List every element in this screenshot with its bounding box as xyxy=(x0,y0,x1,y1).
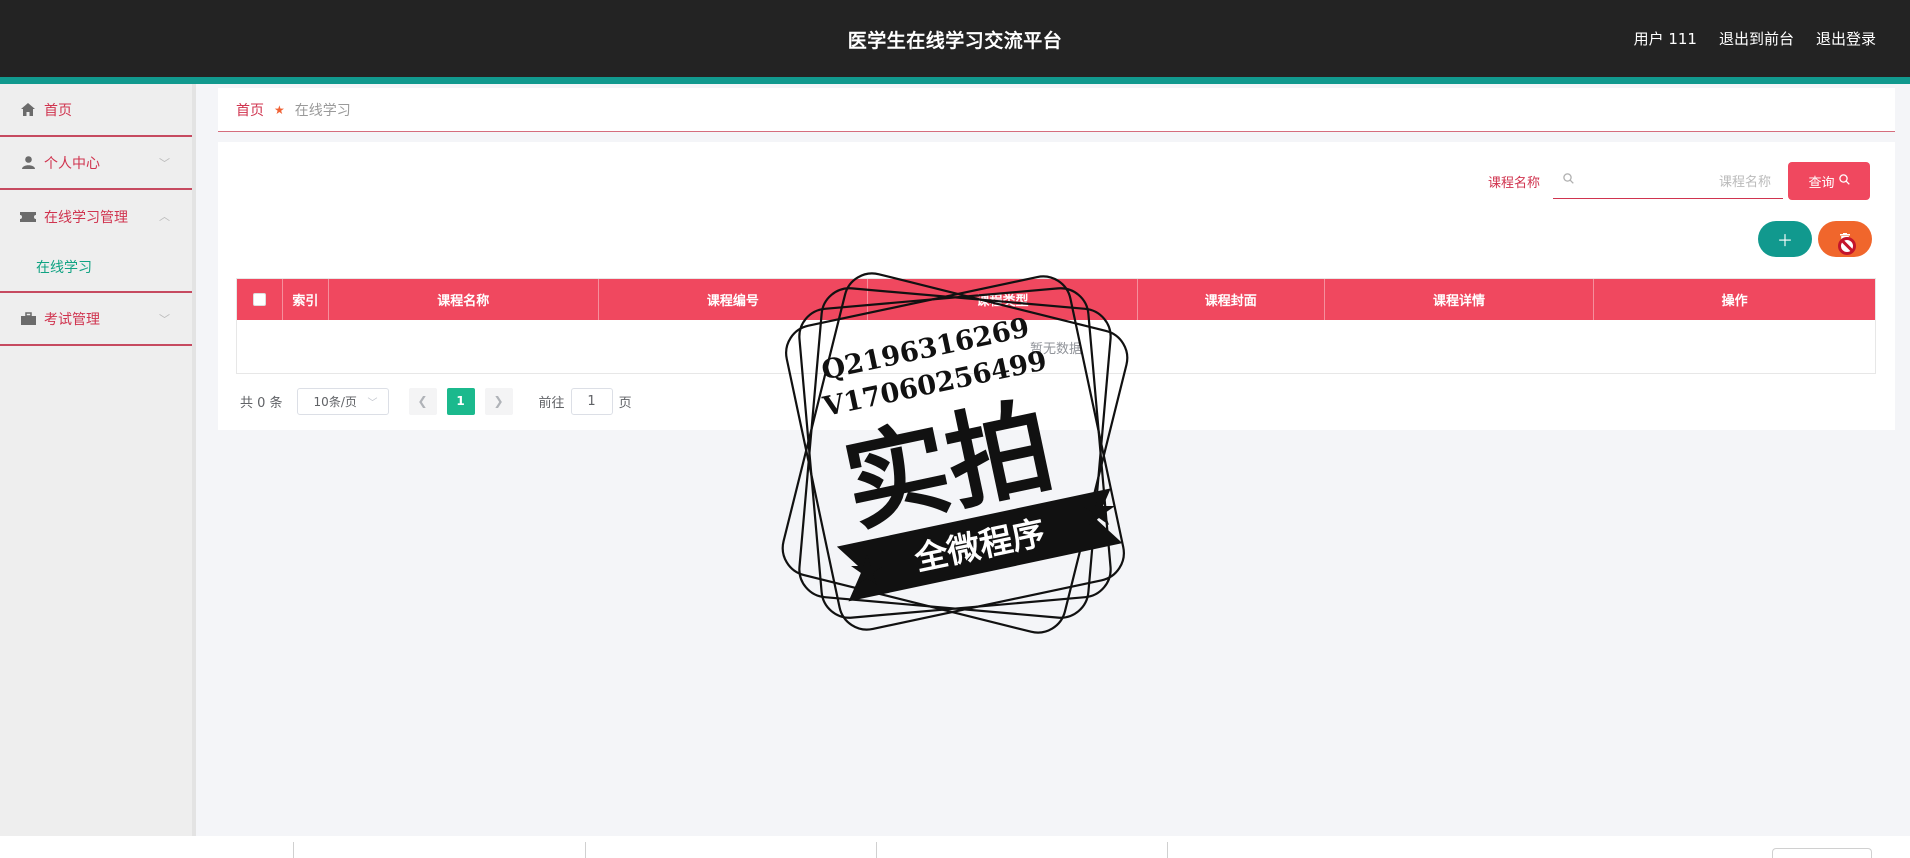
table-header-course-code: 课程编号 xyxy=(599,279,869,320)
table-header-course-detail: 课程详情 xyxy=(1325,279,1595,320)
table-header-index: 索引 xyxy=(283,279,329,320)
star-separator-icon: ★ xyxy=(274,102,285,117)
sidebar-subitem-online-learning[interactable]: 在线学习 xyxy=(0,243,192,293)
page-number-current[interactable]: 1 xyxy=(446,387,475,415)
empty-text: 暂无数据 xyxy=(1029,342,1082,357)
logout-link[interactable]: 退出登录 xyxy=(1816,28,1876,49)
page-size-select[interactable]: 10条/页 ﹀ xyxy=(296,387,389,415)
search-field xyxy=(1553,165,1783,199)
delete-button[interactable] xyxy=(1818,221,1872,257)
total-count: 共 0 条 xyxy=(240,395,283,411)
search-input[interactable] xyxy=(1583,169,1771,195)
page-size-value: 10条/页 xyxy=(313,394,357,409)
partial-box xyxy=(1772,848,1872,858)
chevron-down-icon: ﹀ xyxy=(367,397,378,409)
exit-to-front-link[interactable]: 退出到前台 xyxy=(1719,28,1794,49)
main-panel: 课程名称 查询 ＋ 索引 课程名称 课程编号 课程类型 课程封面 课程详情 xyxy=(218,142,1895,430)
top-header: 医学生在线学习交流平台 用户 111 退出到前台 退出登录 xyxy=(0,0,1910,84)
chevron-down-icon: ﹀ xyxy=(159,157,170,170)
data-table: 索引 课程名称 课程编号 课程类型 课程封面 课程详情 操作 暂无数据 xyxy=(236,278,1876,374)
sidebar-item-exam-mgmt[interactable]: 考试管理 ﹀ xyxy=(0,293,192,346)
plus-icon: ＋ xyxy=(1776,233,1793,250)
home-icon xyxy=(20,103,36,117)
divider xyxy=(293,842,294,858)
pagination: 共 0 条 10条/页 ﹀ ❮ 1 ❯ 前往 页 xyxy=(240,386,632,416)
search-icon xyxy=(1563,173,1574,188)
app-title: 医学生在线学习交流平台 xyxy=(847,30,1063,52)
table-header-actions: 操作 xyxy=(1721,294,1748,309)
breadcrumb-home[interactable]: 首页 xyxy=(236,100,264,120)
goto-page-input[interactable] xyxy=(570,387,613,415)
chevron-down-icon: ﹀ xyxy=(159,313,170,326)
search-label: 课程名称 xyxy=(1488,176,1541,191)
breadcrumb-current: 在线学习 xyxy=(294,102,351,119)
ticket-icon xyxy=(20,210,36,224)
divider xyxy=(876,842,877,858)
sidebar-item-label: 个人中心 xyxy=(44,155,100,172)
divider xyxy=(585,842,586,858)
forbidden-cursor-icon xyxy=(1838,237,1856,255)
sidebar-item-label: 在线学习管理 xyxy=(44,209,128,226)
sidebar-item-home[interactable]: 首页 xyxy=(0,84,192,137)
chevron-up-icon: ︿ xyxy=(159,210,170,223)
table-header-course-name: 课程名称 xyxy=(329,279,599,320)
user-icon xyxy=(20,156,36,170)
table-header-course-cover: 课程封面 xyxy=(1138,279,1325,320)
goto-label: 前往 xyxy=(538,395,565,411)
bottom-strip xyxy=(0,836,1910,858)
table-header-checkbox-cell xyxy=(237,279,283,320)
add-button[interactable]: ＋ xyxy=(1758,221,1812,257)
briefcase-icon xyxy=(20,312,36,326)
sidebar-item-label: 首页 xyxy=(44,102,72,119)
watermark-banner: 全微程序 xyxy=(910,513,1048,579)
divider xyxy=(1167,842,1168,858)
prev-page-button[interactable]: ❮ xyxy=(408,387,437,415)
page-suffix: 页 xyxy=(618,395,632,411)
search-icon xyxy=(1838,173,1850,189)
query-button[interactable]: 查询 xyxy=(1788,162,1870,200)
sidebar-item-online-learning-mgmt[interactable]: 在线学习管理 ︿ xyxy=(0,190,192,243)
select-all-checkbox[interactable] xyxy=(252,293,266,306)
star-icon xyxy=(851,495,1115,585)
sidebar-item-personal-center[interactable]: 个人中心 ﹀ xyxy=(0,137,192,190)
current-user[interactable]: 用户 111 xyxy=(1634,28,1697,49)
sidebar-item-label: 考试管理 xyxy=(44,311,100,328)
header-actions: 用户 111 退出到前台 退出登录 xyxy=(1634,28,1876,49)
breadcrumb: 首页 ★ 在线学习 xyxy=(218,88,1895,132)
table-header: 索引 课程名称 课程编号 课程类型 课程封面 课程详情 操作 xyxy=(237,279,1875,320)
query-button-label: 查询 xyxy=(1808,175,1835,191)
table-header-course-type: 课程类型 xyxy=(868,279,1138,320)
sidebar: 首页 个人中心 ﹀ 在线学习管理 ︿ 在线学习 考试管理 ﹀ xyxy=(0,84,196,836)
next-page-button[interactable]: ❯ xyxy=(484,387,513,415)
